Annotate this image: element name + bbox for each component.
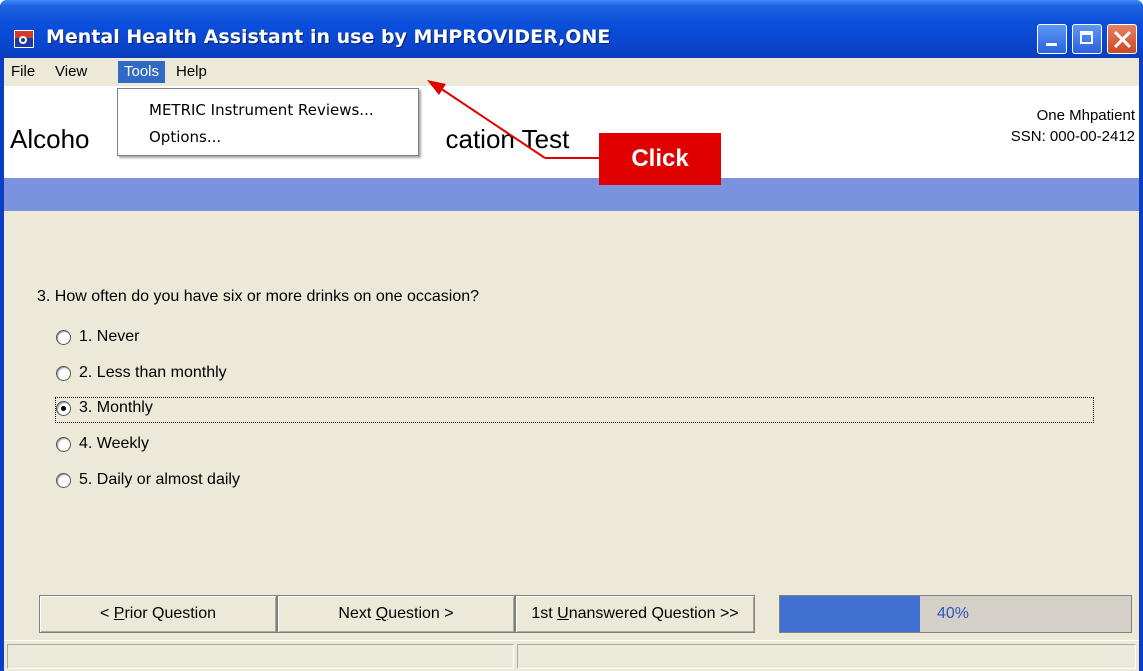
menu-help[interactable]: Help	[170, 61, 213, 83]
window-title: Mental Health Assistant in use by MHPROV…	[46, 26, 611, 48]
option-3-label[interactable]: 3. Monthly	[79, 399, 153, 417]
maximize-button[interactable]	[1072, 24, 1102, 54]
option-3[interactable]: 3. Monthly	[55, 397, 1094, 423]
option-2-label[interactable]: 2. Less than monthly	[79, 364, 227, 382]
menu-tools[interactable]: Tools	[118, 61, 166, 83]
option-2[interactable]: 2. Less than monthly	[56, 363, 1093, 387]
option-1[interactable]: 1. Never	[56, 327, 1093, 351]
question-text: 3. How often do you have six or more dri…	[37, 288, 480, 305]
header-band	[4, 178, 1139, 211]
status-pane-left	[7, 644, 514, 669]
progress-bar: 40%	[779, 595, 1132, 633]
radio-option-3[interactable]	[56, 401, 71, 416]
menu-file[interactable]: File	[5, 61, 41, 83]
patient-ssn: SSN: 000-00-2412	[1010, 128, 1135, 145]
menu-view[interactable]: View	[49, 61, 93, 83]
tools-dropdown-menu: METRIC Instrument Reviews... Options...	[117, 88, 419, 156]
option-4-label[interactable]: 4. Weekly	[79, 435, 149, 453]
radio-option-1[interactable]	[56, 330, 71, 345]
prior-question-button[interactable]: < Prior Question	[39, 595, 277, 633]
menu-item-options[interactable]: Options...	[149, 128, 221, 146]
first-unanswered-button[interactable]: 1st Unanswered Question >>	[515, 595, 755, 633]
next-question-button[interactable]: Next Question >	[277, 595, 515, 633]
menu-bar: File View Tools Help	[4, 58, 1139, 86]
page-title-left: Alcoho	[10, 124, 90, 154]
menu-item-metric-instrument-reviews[interactable]: METRIC Instrument Reviews...	[149, 101, 374, 119]
progress-label: 40%	[937, 605, 970, 622]
close-button[interactable]	[1107, 24, 1137, 54]
option-4[interactable]: 4. Weekly	[56, 434, 1093, 458]
radio-option-5[interactable]	[56, 473, 71, 488]
status-pane-right	[517, 644, 1136, 669]
click-callout: Click	[599, 133, 721, 185]
patient-name: One Mhpatient	[1036, 107, 1135, 124]
option-5-label[interactable]: 5. Daily or almost daily	[79, 471, 240, 489]
title-bar[interactable]: Mental Health Assistant in use by MHPROV…	[0, 0, 1143, 58]
status-bar	[4, 640, 1139, 671]
app-window: Mental Health Assistant in use by MHPROV…	[0, 0, 1143, 671]
radio-option-2[interactable]	[56, 366, 71, 381]
progress-fill	[780, 596, 921, 632]
app-icon[interactable]	[14, 30, 34, 48]
radio-option-4[interactable]	[56, 437, 71, 452]
option-5[interactable]: 5. Daily or almost daily	[56, 470, 1093, 494]
page-title-right: cation Test	[445, 124, 570, 154]
option-1-label[interactable]: 1. Never	[79, 328, 139, 346]
minimize-button[interactable]	[1037, 24, 1067, 54]
